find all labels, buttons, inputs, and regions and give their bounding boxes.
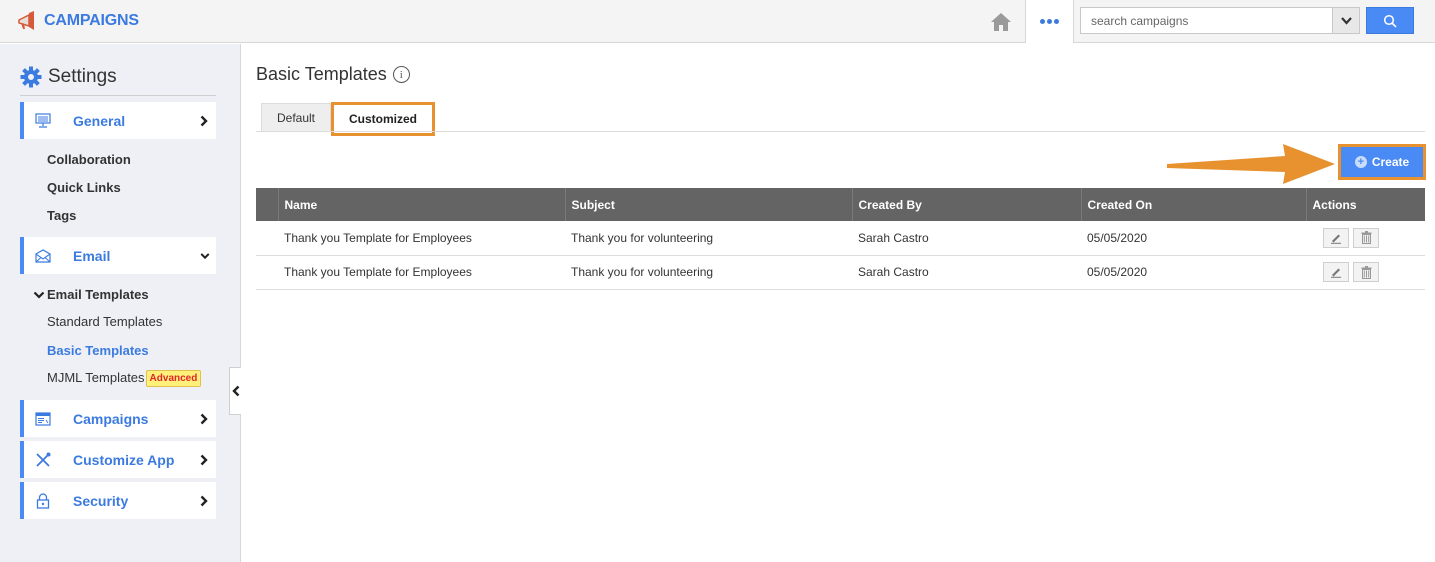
sidebar-subitem-collaboration[interactable]: Collaboration [47, 152, 131, 167]
sidebar-item-customize-app[interactable]: Customize App [20, 441, 216, 478]
sidebar-item-label: Email [73, 247, 111, 264]
sidebar-item-email[interactable]: Email [20, 237, 216, 274]
column-header-created-by[interactable]: Created By [851, 188, 1081, 221]
page-title-text: Basic Templates [256, 64, 387, 84]
table-row[interactable]: Thank you Template for Employees Thank y… [256, 255, 1425, 290]
edit-button[interactable] [1323, 262, 1349, 282]
delete-button[interactable] [1353, 262, 1379, 282]
sidebar-item-general[interactable]: General [20, 102, 216, 139]
monitor-icon [35, 113, 51, 129]
advanced-badge: Advanced [145, 370, 202, 387]
sidebar-item-label: Campaigns [73, 410, 149, 427]
templates-table: Name Subject Created By Created On Actio… [256, 188, 1425, 290]
cell-name: Thank you Template for Employees [278, 221, 565, 256]
column-header-name[interactable]: Name [277, 188, 565, 221]
sidebar-subitem-standard-templates[interactable]: Standard Templates [47, 314, 162, 329]
megaphone-icon [18, 11, 34, 30]
settings-sidebar: Settings General Collaboration Quick Lin… [0, 44, 241, 562]
create-button[interactable]: + Create [1338, 144, 1426, 180]
sidebar-item-security[interactable]: Security [20, 482, 216, 519]
sidebar-item-label: Customize App [73, 451, 175, 468]
cell-created-on: 05/05/2020 [1081, 255, 1306, 290]
group-label: Email Templates [47, 287, 149, 302]
top-bar: CAMPAIGNS [0, 0, 1435, 43]
cell-actions [1306, 255, 1425, 290]
tabs-divider [256, 131, 1425, 132]
sidebar-subitem-mjml-templates[interactable]: MJML Templates Advanced [47, 370, 202, 387]
search-dropdown-button[interactable] [1332, 8, 1359, 33]
sidebar-group-email-templates[interactable]: Email Templates [33, 287, 149, 302]
edit-button[interactable] [1323, 227, 1349, 248]
envelope-icon [35, 248, 51, 264]
tab-default[interactable]: Default [261, 103, 331, 132]
column-header-select [256, 188, 278, 221]
column-header-created-on[interactable]: Created On [1080, 188, 1306, 221]
trash-icon [1361, 265, 1371, 279]
settings-heading: Settings [20, 66, 117, 88]
table-row[interactable]: Thank you Template for Employees Thank y… [256, 221, 1425, 256]
chevron-right-icon [200, 115, 210, 127]
home-icon [990, 12, 1011, 31]
campaign-window-icon [35, 411, 51, 427]
search-box [1080, 7, 1360, 34]
sidebar-subitem-basic-templates[interactable]: Basic Templates [47, 343, 149, 358]
table-header-row: Name Subject Created By Created On Actio… [256, 188, 1425, 221]
search-icon [1383, 14, 1397, 28]
delete-button[interactable] [1353, 227, 1379, 248]
pencil-icon [1331, 268, 1341, 278]
collapse-sidebar-button[interactable] [229, 367, 241, 415]
sidebar-subitem-quick-links[interactable]: Quick Links [47, 180, 121, 195]
chevron-down-icon [200, 250, 210, 262]
search-button[interactable] [1366, 7, 1414, 34]
more-options-button[interactable] [1026, 0, 1074, 43]
chevron-right-icon [200, 495, 210, 507]
column-header-actions: Actions [1305, 188, 1425, 221]
trash-icon [1361, 231, 1371, 245]
chevron-down-icon [33, 291, 45, 299]
sidebar-item-label: Security [73, 492, 129, 509]
sidebar-subitem-tags[interactable]: Tags [47, 208, 76, 223]
cell-subject: Thank you for volunteering [565, 255, 852, 290]
more-dots-icon [1038, 19, 1060, 24]
cell-name: Thank you Template for Employees [278, 255, 565, 290]
cell-actions [1306, 221, 1425, 256]
home-button[interactable] [976, 0, 1026, 43]
plus-circle-icon: + [1354, 156, 1367, 168]
divider [20, 95, 216, 96]
info-icon[interactable]: i [392, 66, 410, 83]
column-header-subject[interactable]: Subject [564, 188, 852, 221]
tools-icon [35, 452, 51, 468]
chevron-right-icon [200, 454, 210, 466]
row-spacer [256, 255, 278, 290]
cell-created-on: 05/05/2020 [1081, 221, 1306, 256]
chevron-right-icon [200, 413, 210, 425]
app-title: CAMPAIGNS [44, 12, 139, 29]
create-label: Create [1371, 155, 1410, 169]
row-spacer [256, 221, 278, 256]
cell-subject: Thank you for volunteering [565, 221, 852, 256]
chevron-down-icon [1340, 16, 1352, 25]
search-input[interactable] [1081, 8, 1331, 33]
cell-created-by: Sarah Castro [852, 221, 1081, 256]
subitem-label: MJML Templates [47, 370, 145, 385]
sidebar-item-campaigns[interactable]: Campaigns [20, 400, 216, 437]
chevron-left-icon [231, 385, 239, 397]
annotation-arrow-icon [1167, 144, 1335, 184]
settings-title: Settings [48, 66, 117, 87]
page-title: Basic Templates i [256, 64, 410, 85]
pencil-icon [1331, 234, 1341, 244]
sidebar-item-label: General [73, 112, 126, 129]
cell-created-by: Sarah Castro [852, 255, 1081, 290]
gear-icon [20, 66, 42, 88]
lock-icon [35, 492, 51, 509]
app-brand[interactable]: CAMPAIGNS [16, 9, 139, 33]
